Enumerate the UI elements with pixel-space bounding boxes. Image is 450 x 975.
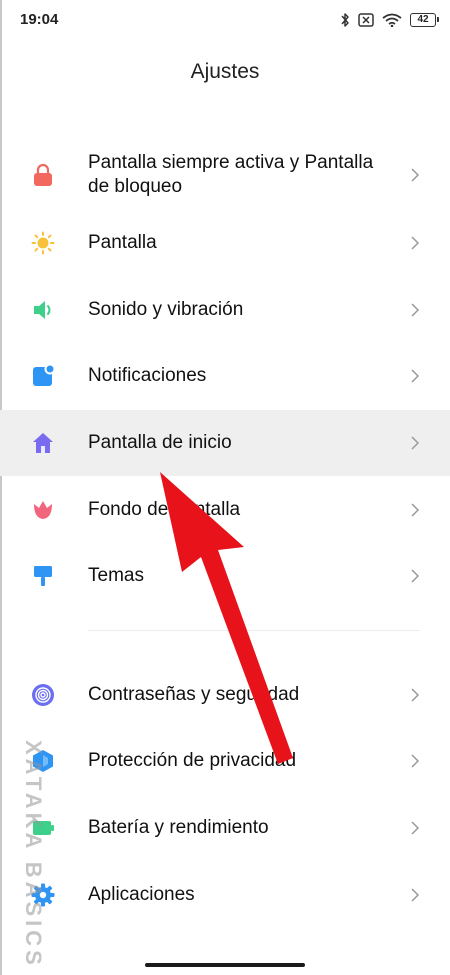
setting-sound[interactable]: Sonido y vibración xyxy=(0,277,450,344)
chevron-right-icon xyxy=(411,888,420,902)
tulip-icon xyxy=(31,498,55,522)
setting-apps[interactable]: Aplicaciones xyxy=(0,861,450,928)
chevron-right-icon xyxy=(411,369,420,384)
sun-icon xyxy=(31,231,55,255)
chevron-right-icon xyxy=(411,168,420,182)
setting-home-screen[interactable]: Pantalla de inicio xyxy=(0,409,450,477)
setting-label: Sonido y vibración xyxy=(88,298,244,320)
divider-line xyxy=(88,629,420,631)
setting-label: Temas xyxy=(88,565,144,587)
chevron-right-icon xyxy=(411,688,420,702)
chevron-right-icon xyxy=(411,503,420,517)
setting-label: Batería y rendimiento xyxy=(88,817,269,839)
lock-icon xyxy=(31,163,55,187)
setting-label: Pantalla siempre activa y Pantalla de bl… xyxy=(88,152,374,197)
setting-wallpaper[interactable]: Fondo de pantalla xyxy=(0,476,450,543)
paintbrush-icon xyxy=(31,564,55,588)
chevron-right-icon xyxy=(411,569,420,583)
setting-notifications[interactable]: Notificaciones xyxy=(0,343,450,410)
section-divider xyxy=(0,610,450,662)
chevron-right-icon xyxy=(411,436,420,450)
watermark: XATAKA BASICS xyxy=(21,740,46,969)
chevron-right-icon xyxy=(411,303,420,317)
setting-label: Notificaciones xyxy=(88,365,207,387)
fingerprint-icon xyxy=(31,683,55,707)
status-icons: 42 xyxy=(340,10,439,30)
home-icon xyxy=(31,431,55,455)
setting-always-on-display[interactable]: Pantalla siempre activa y Pantalla de bl… xyxy=(0,140,450,210)
setting-passwords-security[interactable]: Contraseñas y seguridad xyxy=(0,662,450,729)
setting-themes[interactable]: Temas xyxy=(0,543,450,610)
bluetooth-icon xyxy=(340,12,350,28)
setting-label: Pantalla de inicio xyxy=(88,432,232,454)
settings-list: Pantalla siempre activa y Pantalla de bl… xyxy=(0,140,450,928)
chevron-right-icon xyxy=(411,754,420,768)
setting-label: Protección de privacidad xyxy=(88,750,297,772)
setting-label: Contraseñas y seguridad xyxy=(88,683,300,705)
home-indicator xyxy=(145,963,305,967)
speaker-icon xyxy=(31,298,55,322)
status-bar: 19:04 42 xyxy=(0,0,450,40)
chevron-right-icon xyxy=(411,236,420,250)
page-title: Ajustes xyxy=(190,60,260,83)
setting-label: Pantalla xyxy=(88,232,157,254)
chevron-right-icon xyxy=(411,821,420,835)
setting-privacy[interactable]: Protección de privacidad xyxy=(0,728,450,795)
setting-battery[interactable]: Batería y rendimiento xyxy=(0,795,450,862)
wifi-icon xyxy=(382,13,402,27)
status-time: 19:04 xyxy=(20,11,59,28)
battery-status: 42 xyxy=(410,13,439,27)
notification-icon xyxy=(31,364,55,388)
setting-label: Aplicaciones xyxy=(88,883,195,905)
setting-label: Fondo de pantalla xyxy=(88,498,241,520)
setting-display[interactable]: Pantalla xyxy=(0,210,450,277)
sim-none-icon xyxy=(358,13,374,27)
